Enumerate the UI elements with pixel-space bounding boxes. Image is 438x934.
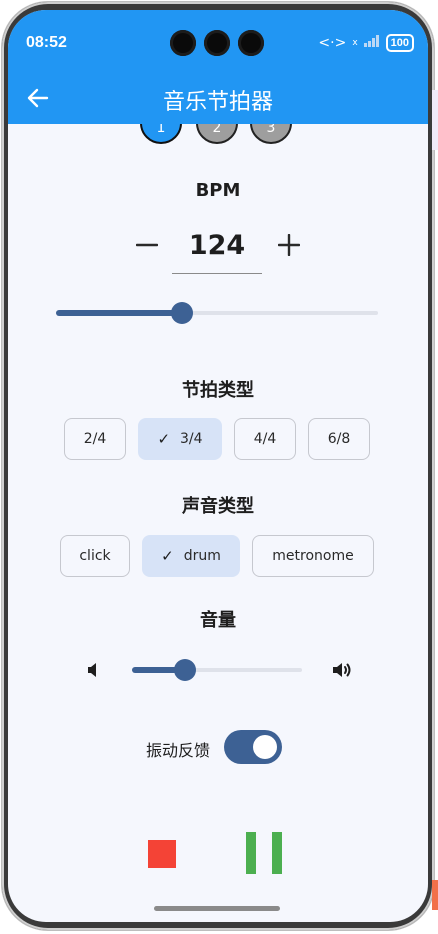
volume-mute-icon[interactable] bbox=[82, 658, 106, 682]
volume-slider[interactable] bbox=[132, 659, 302, 681]
page-title: 音乐节拍器 bbox=[162, 90, 273, 115]
background-app-edge bbox=[432, 880, 438, 910]
vibration-row: 振动反馈 bbox=[8, 730, 428, 766]
status-icons: <·> x 100 bbox=[318, 34, 414, 52]
volume-up-icon[interactable] bbox=[330, 658, 354, 682]
bpm-slider[interactable] bbox=[56, 302, 378, 324]
bpm-control: 124 bbox=[8, 228, 428, 278]
time-signature-options: 2/4 ✓ 3/4 4/4 6/8 bbox=[8, 418, 428, 460]
volume-label: 音量 bbox=[200, 610, 236, 631]
sound-type-options: click ✓ drum metronome bbox=[8, 535, 428, 577]
background-app-edge bbox=[432, 90, 438, 150]
vibration-label: 振动反馈 bbox=[146, 741, 211, 760]
app-bar: 音乐节拍器 bbox=[8, 72, 428, 124]
bpm-input-underline bbox=[172, 273, 262, 274]
status-time: 08:52 bbox=[26, 34, 67, 51]
time-signature-chip-6-8[interactable]: 6/8 bbox=[308, 418, 370, 460]
slider-thumb[interactable] bbox=[173, 659, 196, 681]
bpm-value[interactable]: 124 bbox=[172, 230, 262, 261]
no-signal-mark: x bbox=[352, 38, 358, 48]
sound-chip-click[interactable]: click bbox=[60, 535, 130, 577]
status-bar: 08:52 <·> x 100 bbox=[8, 10, 428, 72]
sound-chip-metronome[interactable]: metronome bbox=[252, 535, 374, 577]
step-circle-2[interactable]: 2 bbox=[196, 124, 238, 144]
camera-lens-icon bbox=[170, 30, 196, 56]
battery-icon: 100 bbox=[385, 34, 414, 52]
step-circle-3[interactable]: 3 bbox=[250, 124, 292, 144]
signal-icon bbox=[363, 35, 380, 51]
plus-icon bbox=[278, 234, 300, 256]
home-indicator[interactable] bbox=[154, 906, 280, 911]
screen: 08:52 <·> x 100 音乐节拍器 1 2 3 BPM 124 节拍类型… bbox=[8, 10, 428, 922]
slider-fill bbox=[56, 310, 182, 316]
time-signature-chip-2-4[interactable]: 2/4 bbox=[64, 418, 126, 460]
decrease-bpm-button[interactable] bbox=[132, 230, 162, 260]
minus-icon bbox=[136, 243, 158, 247]
sound-chip-drum[interactable]: ✓ drum bbox=[142, 535, 240, 577]
step-circle-1[interactable]: 1 bbox=[140, 124, 182, 144]
pause-icon bbox=[272, 832, 282, 874]
pause-button[interactable] bbox=[246, 832, 282, 874]
camera-lens-icon bbox=[238, 30, 264, 56]
vibration-toggle[interactable] bbox=[224, 730, 282, 764]
bpm-label: BPM bbox=[195, 180, 241, 201]
time-signature-chip-4-4[interactable]: 4/4 bbox=[234, 418, 296, 460]
time-signature-chip-3-4[interactable]: ✓ 3/4 bbox=[138, 418, 222, 460]
step-indicator: 1 2 3 bbox=[8, 124, 428, 144]
sound-type-label: 声音类型 bbox=[182, 496, 254, 517]
data-transfer-icon: <·> bbox=[318, 35, 347, 51]
toggle-knob bbox=[253, 735, 277, 759]
time-signature-label: 节拍类型 bbox=[182, 380, 254, 401]
slider-thumb[interactable] bbox=[170, 302, 193, 324]
check-icon: ✓ bbox=[161, 547, 174, 565]
pause-icon bbox=[246, 832, 256, 874]
camera-lens-icon bbox=[204, 30, 230, 56]
check-icon: ✓ bbox=[157, 430, 171, 448]
volume-control bbox=[8, 656, 428, 686]
increase-bpm-button[interactable] bbox=[274, 230, 304, 260]
stop-button[interactable] bbox=[148, 840, 176, 868]
